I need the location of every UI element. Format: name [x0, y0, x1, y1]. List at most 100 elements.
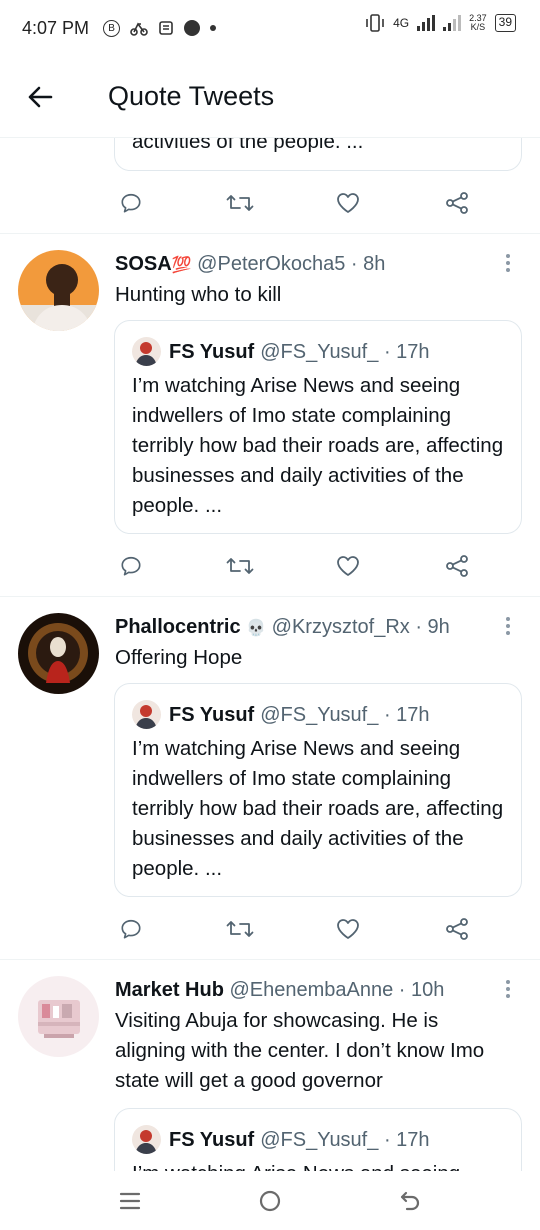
reply-icon [121, 193, 141, 213]
avatar[interactable] [18, 613, 99, 694]
quoted-tweet-card[interactable]: FS Yusuf @FS_Yusuf_ · 17h I’m watching A… [114, 683, 522, 897]
retweet-button[interactable] [223, 912, 257, 946]
quoted-timestamp: · 17h [383, 340, 430, 363]
reply-icon [121, 556, 141, 576]
quoted-tweet-card[interactable]: FS Yusuf @FS_Yusuf_ · 17h I’m watching A… [114, 1108, 522, 1171]
tweet-header: Phallocentric 💀 @Krzysztof_Rx · 9h [115, 614, 450, 642]
more-options-button[interactable] [498, 976, 518, 1002]
quoted-handle: @FS_Yusuf_ [260, 1128, 379, 1151]
more-options-button[interactable] [498, 250, 518, 276]
like-icon [337, 919, 360, 939]
tweet-header: SOSA💯 @PeterOkocha5 · 8h [115, 251, 385, 279]
reply-button[interactable] [114, 186, 148, 220]
quoted-tweet-card[interactable]: FS Yusuf @FS_Yusuf_ · 17h I’m watching A… [114, 320, 522, 534]
like-button[interactable] [331, 912, 365, 946]
recent-apps-icon [119, 1192, 141, 1209]
quoted-display-name: FS Yusuf [169, 703, 255, 726]
quoted-timestamp: · 17h [383, 1128, 430, 1151]
tweet-actions [114, 183, 474, 223]
share-icon [446, 555, 468, 577]
battery-indicator: 39 [494, 14, 516, 32]
quoted-tweet-text: I’m watching Arise News and seeing indwe… [132, 374, 504, 517]
signal-icon [417, 15, 436, 31]
home-icon [259, 1190, 281, 1211]
notes-icon [158, 20, 174, 36]
status-right: 4G 2.37 K/S 39 [365, 14, 516, 32]
system-back-button[interactable] [380, 1176, 440, 1226]
quoted-tweet-header: FS Yusuf @FS_Yusuf_ · 17h [132, 1125, 430, 1154]
name-emoji: 💀 [246, 620, 267, 637]
quoted-tweet-text: activities of the people. ... [132, 138, 364, 153]
status-time: 4:07 PM [22, 17, 90, 38]
reply-button[interactable] [114, 912, 148, 946]
timestamp: · 9h [415, 616, 450, 638]
retweet-button[interactable] [223, 549, 257, 583]
handle[interactable]: @PeterOkocha5 [197, 253, 345, 275]
quoted-avatar [132, 337, 161, 366]
tweet-item[interactable]: Phallocentric 💀 @Krzysztof_Rx · 9h Offer… [0, 597, 540, 959]
quoted-timestamp: · 17h [383, 703, 430, 726]
dot-icon [210, 25, 217, 31]
handle[interactable]: @Krzysztof_Rx [272, 616, 410, 638]
display-name[interactable]: SOSA [115, 253, 172, 275]
tweet-text: Visiting Abuja for showcasing. He is ali… [115, 1009, 485, 1092]
page-title: Quote Tweets [108, 81, 275, 111]
quoted-handle: @FS_Yusuf_ [260, 340, 379, 363]
quoted-avatar [132, 700, 161, 729]
quoted-avatar [132, 1125, 161, 1154]
messenger-icon [184, 20, 201, 36]
net-speed: 2.37 K/S [469, 13, 487, 32]
tweet-item[interactable]: SOSA💯 @PeterOkocha5 · 8h Hunting who to … [0, 234, 540, 596]
badge-icon: B [103, 19, 121, 37]
more-options-button[interactable] [498, 613, 518, 639]
quoted-display-name: FS Yusuf [169, 340, 255, 363]
back-button[interactable] [0, 56, 80, 138]
quote-tweets-feed[interactable]: activities of the people. ... SOSA💯 @Pet… [0, 138, 540, 1171]
bike-icon [130, 20, 148, 36]
arrow-left-icon [28, 86, 53, 107]
quoted-tweet-header: FS Yusuf @FS_Yusuf_ · 17h [132, 337, 430, 366]
signal-2-icon [443, 15, 462, 31]
retweet-icon [226, 195, 254, 211]
retweet-icon [226, 558, 254, 574]
status-bar: 4:07 PM B 4G 2.37 K/S 39 [0, 0, 540, 56]
avatar[interactable] [18, 976, 99, 1057]
tweet-text: Hunting who to kill [115, 283, 282, 306]
retweet-button[interactable] [223, 186, 257, 220]
share-icon [446, 192, 468, 214]
share-button[interactable] [440, 549, 474, 583]
tweet-item[interactable]: Market Hub @EhenembaAnne · 10h Visiting … [0, 960, 540, 1171]
tweet-text: Offering Hope [115, 646, 243, 669]
name-emoji: 💯 [171, 257, 192, 274]
share-button[interactable] [440, 912, 474, 946]
quoted-tweet-card[interactable]: activities of the people. ... [114, 138, 522, 171]
retweet-icon [226, 921, 254, 937]
avatar[interactable] [18, 250, 99, 331]
like-button[interactable] [331, 186, 365, 220]
notification-icons: B [103, 19, 217, 37]
timestamp: · 8h [350, 253, 386, 275]
display-name[interactable]: Market Hub [115, 979, 224, 1001]
quoted-display-name: FS Yusuf [169, 1128, 255, 1151]
share-icon [446, 918, 468, 940]
timestamp: · 10h [398, 979, 445, 1001]
quoted-tweet-text: I’m watching Arise News and seeing [132, 1159, 512, 1171]
reply-button[interactable] [114, 549, 148, 583]
display-name[interactable]: Phallocentric [115, 616, 241, 638]
reply-icon [121, 919, 141, 939]
back-icon [400, 1191, 420, 1210]
tweet-actions [114, 909, 474, 949]
home-button[interactable] [240, 1176, 300, 1226]
like-button[interactable] [331, 549, 365, 583]
quoted-handle: @FS_Yusuf_ [260, 703, 379, 726]
network-type: 4G [393, 16, 410, 30]
handle[interactable]: @EhenembaAnne [229, 979, 393, 1001]
recent-apps-button[interactable] [100, 1176, 160, 1226]
quoted-tweet-text: I’m watching Arise News and seeing indwe… [132, 737, 504, 880]
tweet-actions [114, 546, 474, 586]
system-navigation-bar [0, 1171, 540, 1230]
share-button[interactable] [440, 186, 474, 220]
vibrate-icon [365, 14, 385, 32]
top-app-bar: Quote Tweets [0, 56, 540, 138]
tweet-header: Market Hub @EhenembaAnne · 10h [115, 977, 444, 1003]
